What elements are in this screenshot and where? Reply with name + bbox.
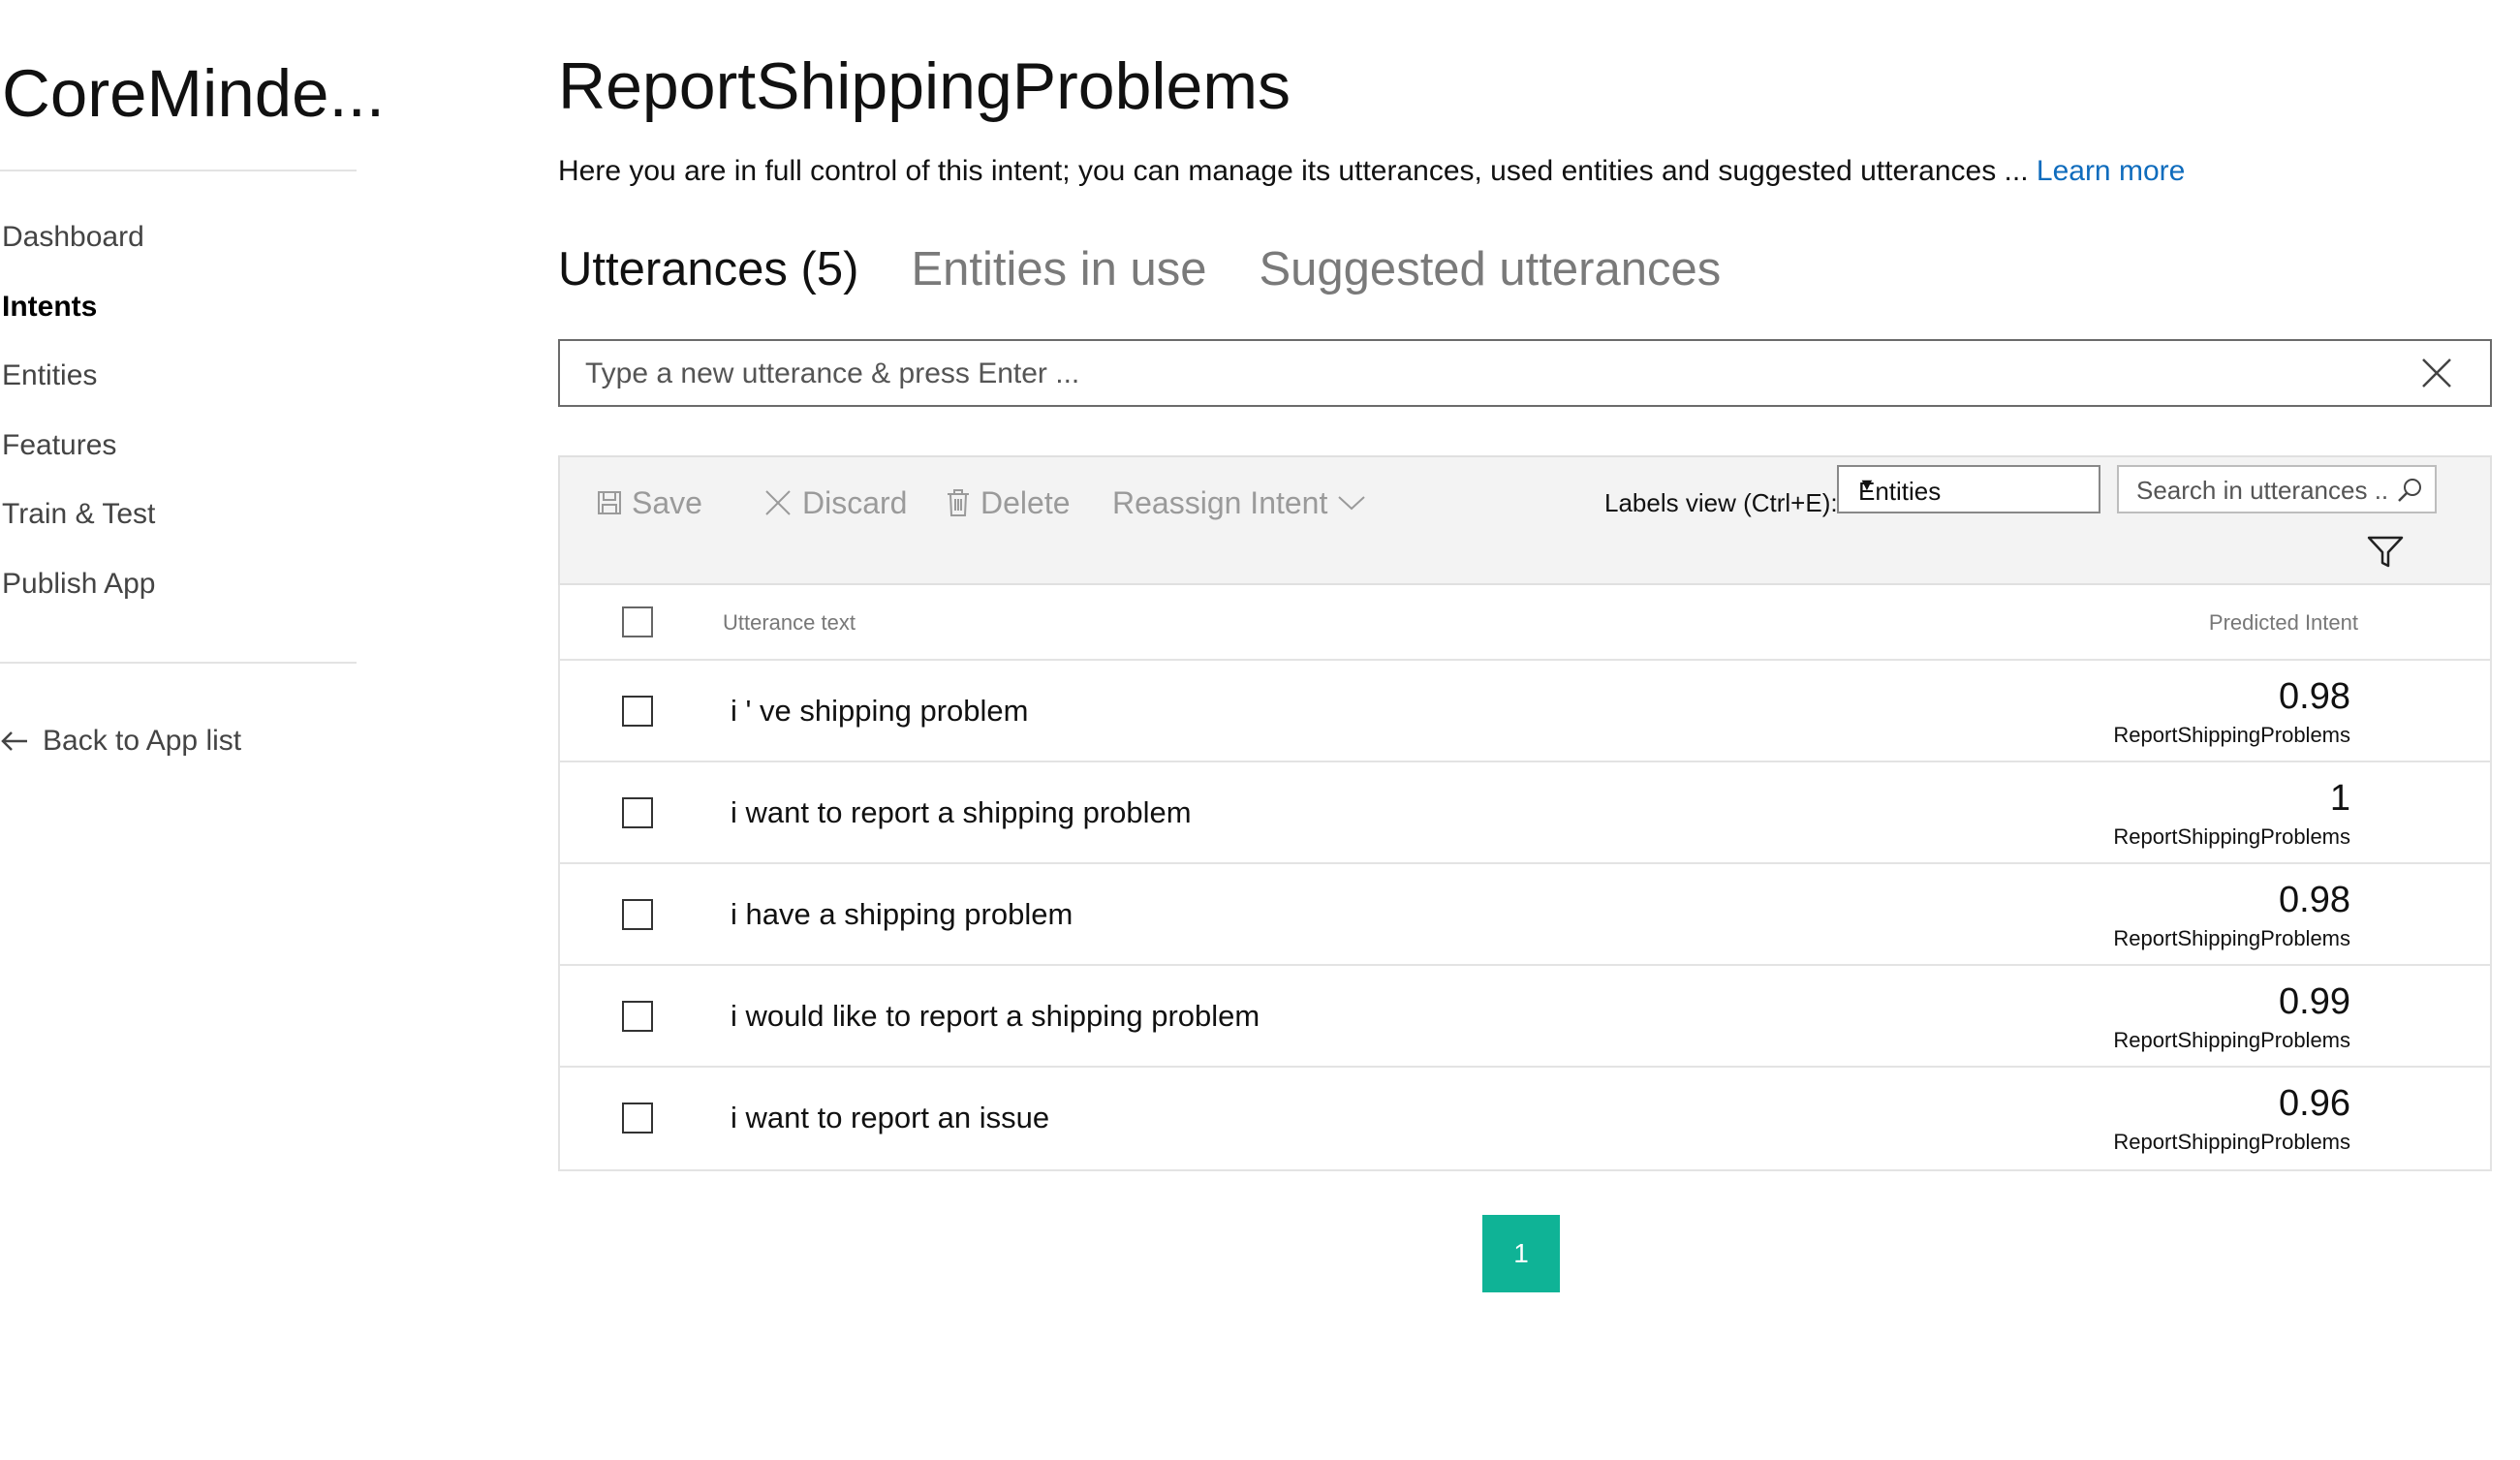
- table-header: Utterance text Predicted Intent: [560, 585, 2490, 661]
- sidebar-item-publish-app[interactable]: Publish App: [2, 560, 155, 630]
- row-checkbox[interactable]: [622, 1001, 653, 1032]
- table-row: i want to report a shipping problem 1 Re…: [560, 762, 2490, 864]
- save-icon: [598, 491, 621, 514]
- predicted-intent-name: ReportShippingProblems: [2113, 824, 2350, 849]
- prediction-score: 0.98: [2279, 880, 2350, 920]
- sidebar-item-intents[interactable]: Intents: [2, 283, 155, 353]
- tab-suggested-utterances[interactable]: Suggested utterances: [1260, 242, 1722, 296]
- column-predicted-intent: Predicted Intent: [2208, 610, 2358, 635]
- back-link-label: Back to App list: [43, 725, 242, 757]
- description-text: Here you are in full control of this int…: [558, 155, 2037, 187]
- prediction-score: 0.98: [2279, 676, 2350, 717]
- tab-entities-in-use[interactable]: Entities in use: [911, 242, 1206, 296]
- table-row: i want to report an issue 0.96 ReportShi…: [560, 1068, 2490, 1169]
- page-description: Here you are in full control of this int…: [558, 155, 2185, 188]
- utterance-text[interactable]: i have a shipping problem: [731, 897, 1073, 932]
- new-utterance-box: [558, 339, 2492, 407]
- page-title: ReportShippingProblems: [558, 49, 1291, 123]
- close-icon[interactable]: [2420, 357, 2453, 389]
- predicted-intent-name: ReportShippingProblems: [2113, 1028, 2350, 1052]
- predicted-intent-name: ReportShippingProblems: [2113, 723, 2350, 747]
- page-1-button[interactable]: 1: [1482, 1215, 1560, 1292]
- reassign-intent-dropdown[interactable]: Reassign Intent: [1112, 479, 1366, 527]
- dropdown-arrow-icon: ▼: [1858, 475, 1876, 494]
- utterances-table: Utterance text Predicted Intent i ' ve s…: [558, 585, 2492, 1171]
- utterance-text[interactable]: i want to report a shipping problem: [731, 795, 1192, 830]
- sidebar-divider-top: [0, 170, 357, 171]
- filter-icon[interactable]: [2366, 535, 2405, 570]
- arrow-left-icon: [1, 731, 27, 751]
- sidebar-item-entities[interactable]: Entities: [2, 352, 155, 421]
- prediction-score: 0.99: [2279, 981, 2350, 1022]
- discard-label: Discard: [802, 484, 908, 520]
- sidebar-item-dashboard[interactable]: Dashboard: [2, 213, 155, 283]
- learn-more-link[interactable]: Learn more: [2037, 155, 2185, 187]
- discard-icon: [765, 490, 791, 515]
- utterances-toolbar: Save Discard Delete Reassign Intent Labe…: [558, 455, 2492, 585]
- sidebar-nav: Dashboard Intents Entities Features Trai…: [2, 213, 155, 629]
- discard-button[interactable]: Discard: [763, 479, 907, 527]
- save-label: Save: [632, 484, 702, 520]
- labels-view-label: Labels view (Ctrl+E):: [1604, 488, 1838, 517]
- predicted-intent-name: ReportShippingProblems: [2113, 1130, 2350, 1154]
- delete-label: Delete: [980, 484, 1071, 520]
- app-name: CoreMinde...: [2, 56, 385, 131]
- predicted-intent-name: ReportShippingProblems: [2113, 926, 2350, 950]
- search-input[interactable]: [2134, 467, 2392, 513]
- save-button[interactable]: Save: [597, 479, 702, 527]
- select-all-checkbox[interactable]: [622, 606, 653, 637]
- row-checkbox[interactable]: [622, 696, 653, 727]
- prediction-score: 1: [2329, 778, 2350, 819]
- sidebar-divider-bottom: [0, 662, 357, 664]
- column-utterance-text: Utterance text: [723, 610, 856, 635]
- back-to-app-list-link[interactable]: Back to App list: [0, 725, 241, 758]
- utterance-text[interactable]: i would like to report a shipping proble…: [731, 999, 1260, 1034]
- row-checkbox[interactable]: [622, 1103, 653, 1134]
- row-checkbox[interactable]: [622, 899, 653, 930]
- labels-view-select[interactable]: Entities ▼: [1837, 465, 2100, 513]
- tab-bar: Utterances (5) Entities in use Suggested…: [558, 242, 1721, 296]
- sidebar-item-features[interactable]: Features: [2, 421, 155, 491]
- table-row: i would like to report a shipping proble…: [560, 966, 2490, 1068]
- search-icon[interactable]: [2396, 477, 2423, 504]
- utterance-search-box: [2117, 465, 2437, 513]
- trash-icon: [948, 489, 969, 516]
- reassign-label: Reassign Intent: [1112, 484, 1328, 520]
- utterance-text[interactable]: i ' ve shipping problem: [731, 694, 1028, 729]
- sidebar-item-train-test[interactable]: Train & Test: [2, 490, 155, 560]
- chevron-down-icon: [1338, 496, 1366, 511]
- table-row: i ' ve shipping problem 0.98 ReportShipp…: [560, 661, 2490, 762]
- row-checkbox[interactable]: [622, 797, 653, 828]
- delete-button[interactable]: Delete: [946, 479, 1071, 527]
- table-row: i have a shipping problem 0.98 ReportShi…: [560, 864, 2490, 966]
- tab-utterances[interactable]: Utterances (5): [558, 242, 858, 296]
- new-utterance-input[interactable]: [583, 341, 2409, 407]
- utterance-text[interactable]: i want to report an issue: [731, 1101, 1049, 1135]
- prediction-score: 0.96: [2279, 1083, 2350, 1124]
